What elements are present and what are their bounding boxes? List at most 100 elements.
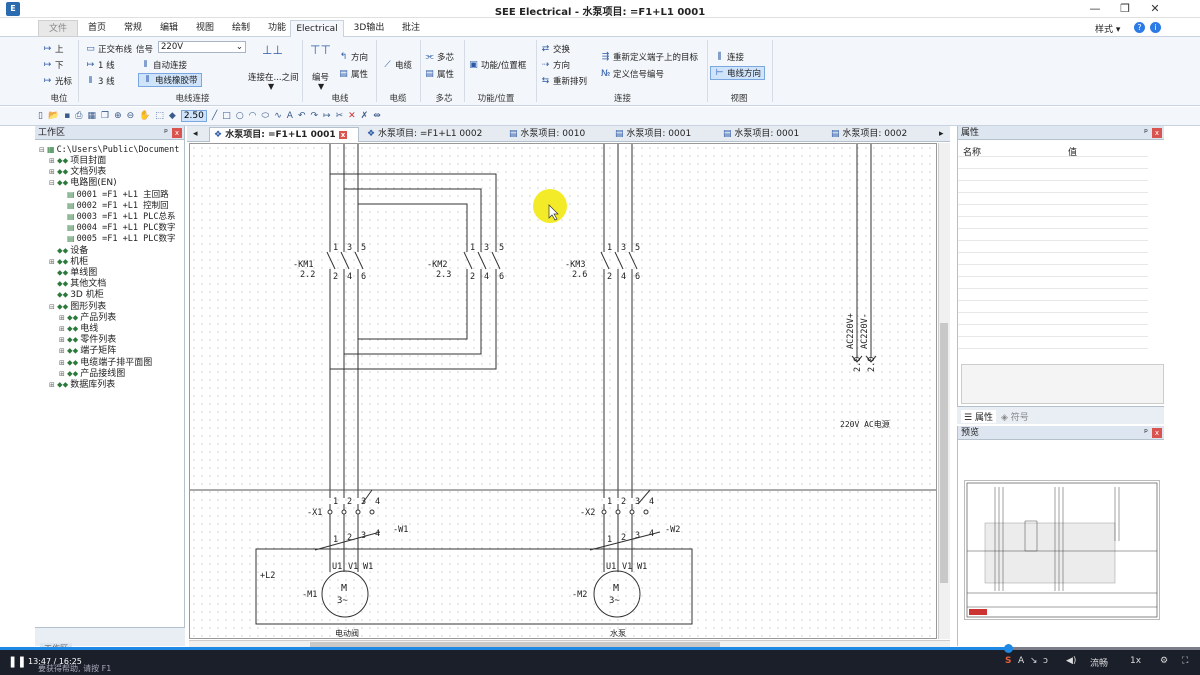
tree-item[interactable]: ⊞ ⬥⬥ 零件列表	[59, 334, 116, 345]
close-button[interactable]: ✕	[1140, 0, 1170, 18]
rect-icon[interactable]: □	[222, 111, 231, 121]
ime-mode-icon[interactable]: A	[1018, 656, 1024, 666]
tree-item[interactable]: ⊟ ⬥⬥ 电路图(EN)	[49, 177, 117, 188]
ellipse-icon[interactable]: ⬭	[262, 111, 270, 121]
expand-icon[interactable]: ⊞	[49, 380, 57, 391]
arrow-icon[interactable]: ↦	[323, 111, 331, 121]
tab-properties[interactable]: ☰ 属性	[961, 410, 996, 423]
function-frame-button[interactable]: ▣ 功能/位置框	[468, 59, 526, 71]
tab-home[interactable]: 首页	[80, 20, 114, 37]
redefine-target-button[interactable]: ⇶ 重新定义端子上的目标	[600, 51, 698, 63]
tree-item[interactable]: ▤ 0003 =F1 +L1 PLC总系	[59, 211, 175, 222]
multicore-button[interactable]: ⫘ 多芯	[424, 51, 454, 63]
signal-number-button[interactable]: № 定义信号编号	[600, 68, 664, 80]
gear-icon[interactable]: ⚙	[1160, 656, 1168, 666]
tree-item[interactable]: ⊞ ⬥⬥ 数据库列表	[49, 379, 115, 390]
undo-icon[interactable]: ↶	[298, 111, 306, 121]
layer-icon[interactable]: ◆	[169, 111, 176, 121]
tab-scroll-left-icon[interactable]: ◂	[189, 127, 198, 142]
minimize-button[interactable]: —	[1080, 0, 1110, 18]
tree-item[interactable]: ⊞ ⬥⬥ 项目封面	[49, 155, 106, 166]
tab-scroll-right-icon[interactable]: ▸	[935, 127, 944, 142]
vertical-scroll-thumb[interactable]	[940, 323, 948, 583]
collapse-icon[interactable]: ⊟	[39, 145, 47, 156]
tab-general[interactable]: 常规	[116, 20, 150, 37]
pause-icon[interactable]: ❚❚	[8, 655, 26, 668]
info-icon[interactable]: i	[1150, 22, 1161, 33]
pin-icon[interactable]: ᵖ	[1144, 126, 1148, 140]
doc-tab-1[interactable]: ❖ 水泵项目: =F1+L1 0001 x	[209, 127, 359, 142]
tree-item[interactable]: ⊞ ⬥⬥ 机柜	[49, 256, 88, 267]
rubber-band-button[interactable]: ⦀ 电线橡胶带	[138, 73, 202, 87]
free-wire-button[interactable]: ▭ 正交布线	[85, 43, 132, 55]
tab-symbols[interactable]: ◈ 符号	[1001, 410, 1029, 423]
fullscreen-icon[interactable]: ⛶	[1182, 656, 1188, 666]
expand-icon[interactable]: ⊟	[49, 178, 57, 189]
doc-tab-4[interactable]: ▤ 水泵项目: 0001	[611, 127, 691, 142]
pin-icon[interactable]: ᵖ	[164, 126, 168, 140]
tree-item[interactable]: ▤ 0005 =F1 +L1 PLC数字	[59, 233, 175, 244]
expand-icon[interactable]: ⊟	[49, 302, 57, 313]
view-connect-button[interactable]: ⫼ 连接	[714, 51, 744, 63]
doc-tab-3[interactable]: ▤ 水泵项目: 0010	[505, 127, 585, 142]
preview-icon[interactable]: ▦	[87, 111, 96, 121]
redo-icon[interactable]: ↷	[310, 111, 318, 121]
line-icon[interactable]: ╱	[212, 111, 217, 121]
circle-icon[interactable]: ○	[236, 111, 244, 121]
reorder-button[interactable]: ⇆ 重新排列	[540, 75, 587, 87]
new-icon[interactable]: ▯	[38, 111, 43, 121]
quality-button[interactable]: 流畅	[1090, 656, 1108, 669]
pan-icon[interactable]: ✋	[139, 111, 150, 121]
zoom-select[interactable]: 2.50	[180, 110, 207, 122]
tab-edit[interactable]: 编辑	[152, 20, 186, 37]
select-icon[interactable]: ⬚	[155, 111, 164, 121]
three-line-button[interactable]: ⦀ 3 线	[85, 75, 115, 87]
delete-icon[interactable]: ✕	[348, 111, 356, 121]
tree-root[interactable]: ⊟ ▦ C:\Users\Public\Document	[39, 144, 179, 155]
one-line-button[interactable]: ↦ 1 线	[85, 59, 115, 71]
tab-electrical[interactable]: Electrical	[290, 20, 344, 37]
copy-icon[interactable]: ❐	[101, 111, 109, 121]
tab-annotate[interactable]: 批注	[394, 20, 428, 37]
tab-3d-output[interactable]: 3D输出	[348, 20, 390, 37]
style-menu[interactable]: 样式 ▾	[1095, 22, 1120, 35]
wire-direction-button[interactable]: ↰ 方向	[338, 51, 368, 63]
wire-direction-view-button[interactable]: ⊢ 电线方向	[710, 66, 766, 80]
arc-icon[interactable]: ◠	[249, 111, 257, 121]
tree-item[interactable]: ⬥⬥ 设备	[49, 245, 88, 256]
close-icon[interactable]: x	[1152, 428, 1162, 438]
tree-item[interactable]: ⊞ ⬥⬥ 文档列表	[49, 166, 106, 177]
signal-select[interactable]: 220V ⌄	[158, 41, 246, 53]
tab-view[interactable]: 视图	[188, 20, 222, 37]
volume-icon[interactable]: ◀)	[1066, 656, 1076, 666]
swap-button[interactable]: ⇄ 交换	[540, 43, 570, 55]
zoom-in-icon[interactable]: ⊕	[114, 111, 122, 121]
tree-item[interactable]: ⬥⬥ 3D 机柜	[49, 289, 104, 300]
tab-function[interactable]: 功能	[260, 20, 294, 37]
potential-up-button[interactable]: ↦ 上	[42, 43, 64, 55]
tree-item[interactable]: ⬥⬥ 其他文档	[49, 278, 106, 289]
tree-item[interactable]: ⊟ ⬥⬥ 图形列表	[49, 301, 106, 312]
tab-file[interactable]: 文件	[38, 20, 78, 37]
doc-tab-6[interactable]: ▤ 水泵项目: 0002	[827, 127, 907, 142]
cut-icon[interactable]: ✂	[336, 111, 344, 121]
multicore-attribute-button[interactable]: ▤ 属性	[424, 68, 454, 80]
tree-item[interactable]: ▤ 0001 =F1 +L1 主回路	[59, 189, 169, 200]
potential-cursor-button[interactable]: ↦ 光标	[42, 75, 72, 87]
save-icon[interactable]: ▪	[64, 111, 70, 121]
tree-item[interactable]: ⊞ ⬥⬥ 端子矩阵	[59, 345, 116, 356]
zoom-out-icon[interactable]: ⊖	[127, 111, 135, 121]
close-icon[interactable]: x	[338, 131, 348, 139]
chevron-down-icon[interactable]: ▼	[318, 82, 324, 91]
preview-thumbnail[interactable]	[964, 480, 1160, 620]
tree-item[interactable]: ▤ 0004 =F1 +L1 PLC数字	[59, 222, 175, 233]
close-icon[interactable]: x	[172, 128, 182, 138]
tree-item[interactable]: ⊞ ⬥⬥ 电线	[59, 323, 98, 334]
sogou-ime-icon[interactable]: S	[1005, 656, 1011, 666]
pin-icon[interactable]: ᵖ	[1144, 426, 1148, 440]
tree-item[interactable]: ⊞ ⬥⬥ 电缆端子排平面图	[59, 357, 152, 368]
speed-button[interactable]: 1x	[1130, 656, 1141, 666]
tab-draw[interactable]: 绘制	[224, 20, 258, 37]
doc-tab-5[interactable]: ▤ 水泵项目: 0001	[719, 127, 799, 142]
connect-direction-button[interactable]: ⇢ 方向	[540, 59, 570, 71]
